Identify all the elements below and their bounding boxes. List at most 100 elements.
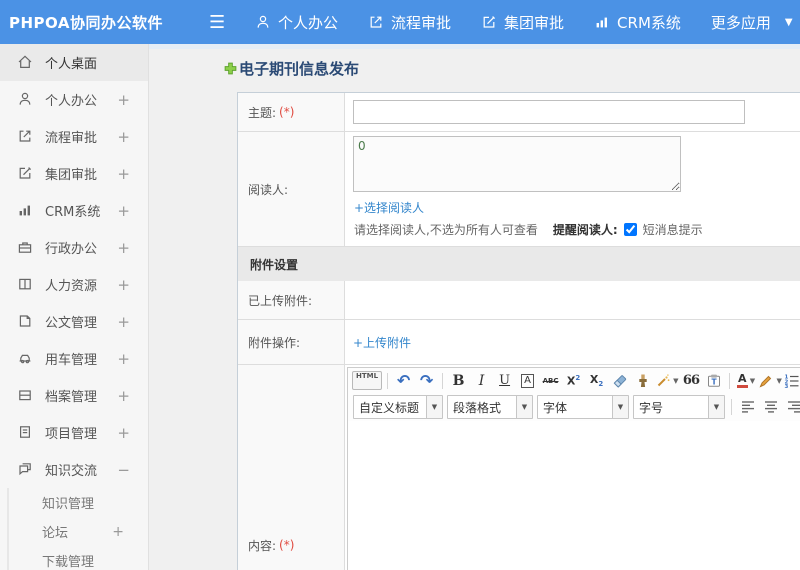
align-center-button[interactable] — [760, 397, 781, 418]
sidebar-subitem-论坛[interactable]: 论坛 + — [9, 517, 148, 546]
sidebar-item-个人办公[interactable]: 个人办公 + — [0, 81, 148, 118]
underline-button[interactable]: U — [494, 370, 515, 391]
expander-icon[interactable]: + — [112, 524, 148, 540]
sidebar-item-流程审批[interactable]: 流程审批 + — [0, 118, 148, 155]
sidebar-item-行政办公[interactable]: 行政办公 + — [0, 229, 148, 266]
upload-attachment-link[interactable]: +上传附件 — [353, 334, 411, 351]
expander-icon[interactable]: + — [117, 313, 136, 331]
select-readers-link[interactable]: +选择阅读人 — [354, 199, 800, 216]
top-nav-集团审批[interactable]: 集团审批 — [481, 12, 564, 33]
top-nav-label: 更多应用 — [710, 13, 771, 32]
combo-label: 字体 — [543, 400, 568, 415]
top-nav-流程审批[interactable]: 流程审批 — [368, 12, 451, 33]
sidebar-item-人力资源[interactable]: 人力资源 + — [0, 266, 148, 303]
sidebar-item-公文管理[interactable]: 公文管理 + — [0, 303, 148, 340]
toolbar-separator — [442, 372, 444, 389]
ordered-list-button[interactable]: 123▼ — [784, 370, 800, 391]
format-painter-button[interactable] — [632, 370, 653, 391]
svg-text:3: 3 — [784, 384, 788, 389]
sidebar-item-label: 档案管理 — [45, 390, 98, 405]
top-nav-label: 流程审批 — [391, 13, 452, 32]
sidebar-item-档案管理[interactable]: 档案管理 + — [0, 377, 148, 414]
align-left-button[interactable] — [737, 397, 758, 418]
svg-text:T: T — [711, 377, 717, 386]
chat-icon — [17, 461, 34, 478]
sidebar-subitem-知识管理[interactable]: 知识管理 — [9, 488, 148, 517]
expander-icon[interactable]: + — [117, 276, 136, 294]
redo-button[interactable]: ↷ — [416, 370, 437, 391]
caret-down-icon[interactable]: ▼ — [426, 396, 442, 418]
archive-icon — [17, 387, 34, 404]
approve-icon — [17, 165, 34, 182]
align-right-button[interactable] — [783, 397, 800, 418]
car-icon — [17, 350, 34, 367]
uploaded-label: 已上传附件: — [248, 293, 313, 308]
expander-icon[interactable]: + — [117, 91, 136, 109]
remove-format-button[interactable] — [609, 370, 630, 391]
sidebar-item-用车管理[interactable]: 用车管理 + — [0, 340, 148, 377]
expander-icon[interactable]: + — [117, 239, 136, 257]
readers-label: 阅读人: — [248, 182, 289, 197]
blockquote-button[interactable]: 66 — [680, 370, 701, 391]
combo-字号[interactable]: 字号 ▼ — [633, 395, 725, 419]
sidebar-item-个人桌面[interactable]: 个人桌面 — [0, 44, 148, 81]
user-icon — [17, 91, 34, 108]
expander-icon[interactable]: + — [117, 350, 136, 368]
expander-icon[interactable]: + — [117, 165, 136, 183]
paste-as-text-button[interactable]: T — [703, 370, 724, 391]
combo-段落格式[interactable]: 段落格式 ▼ — [447, 395, 533, 419]
sidebar-item-label: 个人桌面 — [45, 57, 98, 72]
home-icon — [17, 54, 34, 71]
toolbar-separator — [387, 372, 389, 389]
combo-label: 字号 — [639, 400, 664, 415]
highlight-pen-button[interactable]: ▼ — [758, 370, 782, 391]
top-nav-更多应用[interactable]: 更多应用 — [711, 12, 771, 33]
caret-down-icon[interactable]: ▼ — [612, 396, 628, 418]
subscript-button[interactable]: X2 — [586, 370, 607, 391]
expander-icon[interactable]: + — [117, 202, 136, 220]
top-nav-CRM系统[interactable]: CRM系统 — [594, 12, 681, 33]
sidebar-item-label: 个人办公 — [45, 94, 98, 109]
sidebar-item-label: 用车管理 — [45, 353, 98, 368]
strikethrough-button[interactable]: ABC — [540, 370, 561, 391]
user-icon — [255, 14, 271, 30]
undo-button[interactable]: ↶ — [393, 370, 414, 391]
sidebar-subitem-下载管理[interactable]: 下载管理 — [9, 546, 148, 570]
top-nav: 个人办公 流程审批 集团审批 CRM系统 更多应用 — [255, 12, 771, 33]
italic-button[interactable]: I — [471, 370, 492, 391]
expander-icon[interactable]: − — [117, 461, 136, 479]
html-source-button[interactable]: HTML — [352, 370, 383, 391]
expander-icon[interactable]: + — [117, 424, 136, 442]
expander-icon[interactable]: + — [117, 128, 136, 146]
caret-down-icon[interactable]: ▼ — [516, 396, 532, 418]
bold-button[interactable]: B — [448, 370, 469, 391]
sidebar-item-CRM系统[interactable]: CRM系统 + — [0, 192, 148, 229]
combo-自定义标题[interactable]: 自定义标题 ▼ — [353, 395, 443, 419]
app-window: PHPOA协同办公软件 ☰ 个人办公 流程审批 集团审批 CRM系统 更多应用 ▼ 个人… — [0, 0, 800, 570]
subject-input[interactable] — [353, 100, 745, 124]
doc-icon — [17, 313, 34, 330]
readers-textarea[interactable] — [353, 136, 681, 192]
expander-icon[interactable]: + — [117, 387, 136, 405]
auto-typeset-button[interactable]: ▼ — [655, 370, 678, 391]
combo-字体[interactable]: 字体 ▼ — [537, 395, 629, 419]
project-icon — [17, 424, 34, 441]
top-nav-个人办公[interactable]: 个人办公 — [255, 12, 338, 33]
font-color-button[interactable]: A ▼ — [735, 370, 756, 391]
editor-content-area[interactable] — [348, 421, 800, 570]
approve-icon — [481, 14, 497, 30]
superscript-button[interactable]: X2 — [563, 370, 584, 391]
sidebar-item-知识交流[interactable]: 知识交流 − — [0, 451, 148, 488]
font-style-box-button[interactable]: A — [517, 370, 538, 391]
menu-icon[interactable]: ☰ — [209, 12, 255, 33]
content-label: 内容: — [248, 538, 277, 553]
sidebar-item-集团审批[interactable]: 集团审批 + — [0, 155, 148, 192]
toolbar-separator — [731, 399, 732, 415]
caret-down-icon[interactable]: ▼ — [785, 17, 793, 28]
sidebar-subitem-label: 下载管理 — [42, 555, 95, 570]
required-mark: (*) — [279, 538, 295, 552]
caret-down-icon[interactable]: ▼ — [708, 396, 724, 418]
sms-notify-checkbox[interactable] — [623, 223, 637, 236]
combo-label: 自定义标题 — [359, 400, 420, 415]
sidebar-item-项目管理[interactable]: 项目管理 + — [0, 414, 148, 451]
